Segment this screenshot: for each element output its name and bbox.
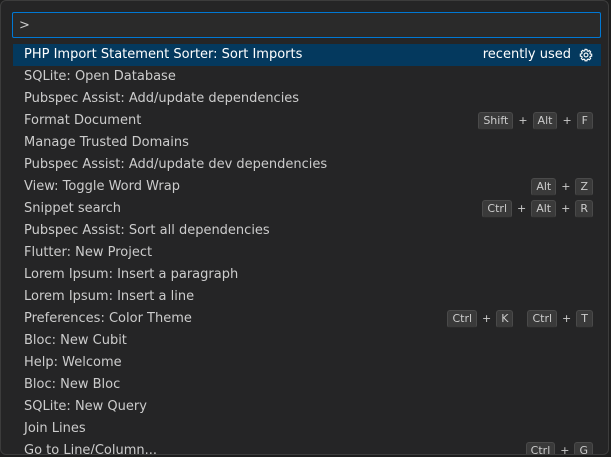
command-label: SQLite: Open Database — [24, 69, 176, 84]
command-label: Bloc: New Bloc — [24, 377, 121, 392]
keybinding-key: Ctrl — [525, 442, 556, 454]
command-item-pubspec-assist-sort-all-dependencies[interactable]: Pubspec Assist: Sort all dependencies — [13, 220, 601, 242]
keybinding-key: T — [576, 310, 593, 328]
command-input-box[interactable] — [12, 12, 601, 38]
command-item-sqlite-open-database[interactable]: SQLite: Open Database — [13, 66, 601, 88]
command-palette: PHP Import Statement Sorter: Sort Import… — [0, 0, 609, 455]
keybinding-key: R — [575, 200, 593, 218]
command-label: Help: Welcome — [24, 355, 122, 370]
command-item-meta: Ctrl + K Ctrl + T — [447, 308, 593, 330]
keybinding-key: Z — [575, 178, 593, 196]
command-item-meta: Shift + Alt + F — [478, 110, 593, 132]
keybinding-key: Alt — [532, 112, 558, 130]
command-label: Snippet search — [24, 201, 122, 216]
command-item-sqlite-new-query[interactable]: SQLite: New Query — [13, 396, 601, 418]
command-label: Pubspec Assist: Add/update dev dependenc… — [24, 157, 328, 172]
command-list: PHP Import Statement Sorter: Sort Import… — [13, 44, 601, 455]
command-item-meta: recently used — [483, 44, 593, 66]
command-label: Preferences: Color Theme — [24, 311, 192, 326]
command-label: View: Toggle Word Wrap — [24, 179, 180, 194]
command-item-lorem-ipsum-insert-a-paragraph[interactable]: Lorem Ipsum: Insert a paragraph — [13, 264, 601, 286]
command-label: PHP Import Statement Sorter: Sort Import… — [24, 47, 303, 62]
command-item-view-toggle-word-wrap[interactable]: View: Toggle Word Wrap Alt + Z — [13, 176, 601, 198]
command-label: Bloc: New Cubit — [24, 333, 127, 348]
command-label: Lorem Ipsum: Insert a line — [24, 289, 195, 304]
command-item-join-lines[interactable]: Join Lines — [13, 418, 601, 440]
key-plus: + — [560, 444, 570, 455]
command-label: Format Document — [24, 113, 142, 128]
command-input[interactable] — [13, 13, 600, 37]
recently-used-label: recently used — [482, 47, 571, 62]
command-label: Manage Trusted Domains — [24, 135, 189, 150]
key-plus: + — [518, 114, 528, 127]
command-item-php-import-statement-sorter-sort-imports[interactable]: PHP Import Statement Sorter: Sort Import… — [13, 44, 601, 66]
key-plus: + — [482, 312, 492, 325]
command-item-help-welcome[interactable]: Help: Welcome — [13, 352, 601, 374]
command-item-bloc-new-cubit[interactable]: Bloc: New Cubit — [13, 330, 601, 352]
keybinding-key: Ctrl — [527, 310, 558, 328]
command-item-pubspec-assist-add-update-dependencies[interactable]: Pubspec Assist: Add/update dependencies — [13, 88, 601, 110]
keybinding-key: Ctrl — [482, 200, 512, 218]
keybinding-key: Alt — [531, 178, 557, 196]
command-label: Go to Line/Column... — [24, 443, 157, 455]
command-item-flutter-new-project[interactable]: Flutter: New Project — [13, 242, 601, 264]
command-label: Pubspec Assist: Add/update dependencies — [24, 91, 300, 106]
keybinding-key: Ctrl — [447, 310, 478, 328]
keybinding-key: G — [574, 442, 593, 454]
key-plus: + — [561, 202, 571, 215]
command-label: Join Lines — [24, 421, 86, 436]
command-item-snippet-search[interactable]: Snippet search Ctrl + Alt + R — [13, 198, 601, 220]
command-item-lorem-ipsum-insert-a-line[interactable]: Lorem Ipsum: Insert a line — [13, 286, 601, 308]
command-label: Lorem Ipsum: Insert a paragraph — [24, 267, 239, 282]
command-item-format-document[interactable]: Format Document Shift + Alt + F — [13, 110, 601, 132]
keybinding-key: Shift — [478, 112, 514, 130]
command-item-bloc-new-bloc[interactable]: Bloc: New Bloc — [13, 374, 601, 396]
command-item-preferences-color-theme[interactable]: Preferences: Color Theme Ctrl + K Ctrl + T — [13, 308, 601, 330]
command-label: SQLite: New Query — [24, 399, 147, 414]
key-plus: + — [517, 202, 527, 215]
command-item-pubspec-assist-add-update-dev-dependencies[interactable]: Pubspec Assist: Add/update dev dependenc… — [13, 154, 601, 176]
command-item-meta: Alt + Z — [531, 176, 593, 198]
keybinding-key: Alt — [531, 200, 557, 218]
command-label: Pubspec Assist: Sort all dependencies — [24, 223, 270, 238]
key-plus: + — [562, 114, 572, 127]
command-label: Flutter: New Project — [24, 245, 153, 260]
keybinding-key: K — [496, 310, 514, 328]
keybinding-key: F — [576, 112, 593, 130]
key-plus: + — [562, 312, 572, 325]
command-item-meta: Ctrl + Alt + R — [482, 198, 593, 220]
key-plus: + — [561, 180, 571, 193]
command-item-meta: Ctrl + G — [525, 440, 593, 455]
command-item-manage-trusted-domains[interactable]: Manage Trusted Domains — [13, 132, 601, 154]
gear-icon[interactable] — [579, 48, 593, 62]
command-item-go-to-line-column[interactable]: Go to Line/Column... Ctrl + G — [13, 440, 601, 455]
